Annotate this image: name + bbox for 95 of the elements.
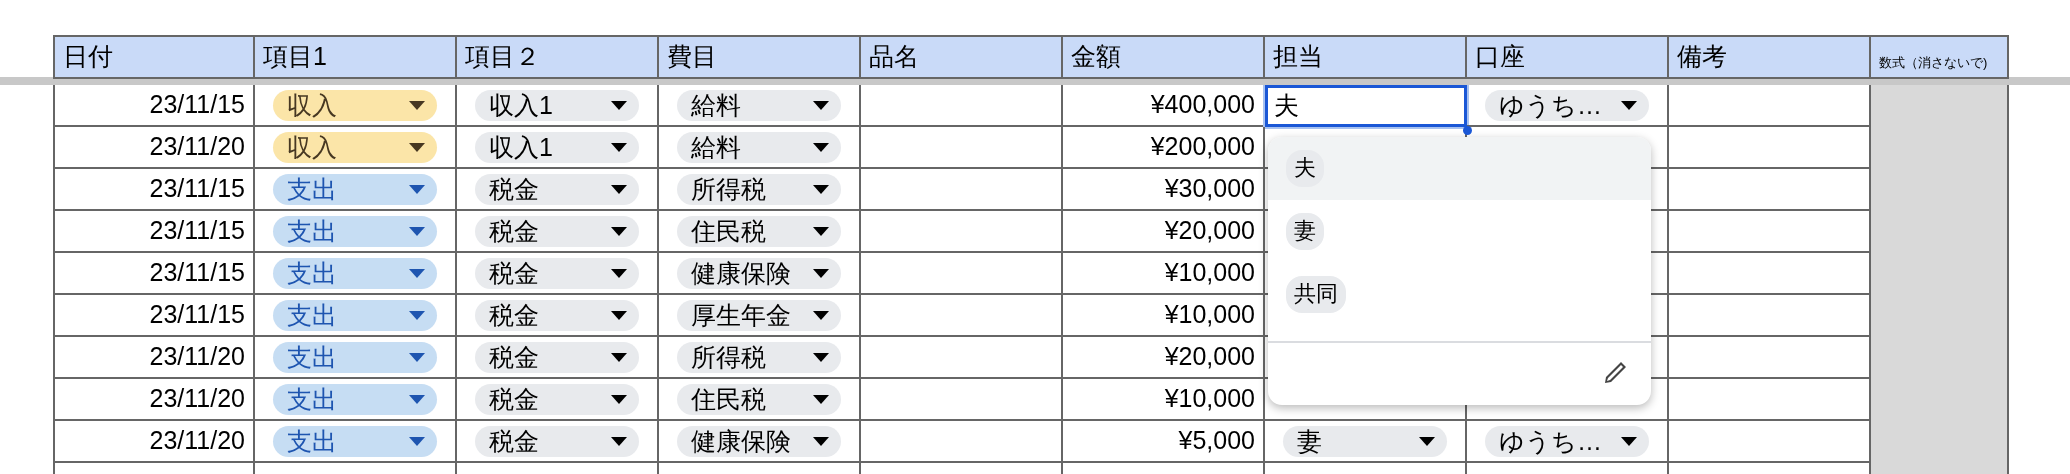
caret-icon [813, 226, 829, 236]
dropdown-chip[interactable]: 所得税 [677, 341, 841, 373]
amount-text: ¥30,000 [1164, 173, 1255, 205]
cell-editor[interactable]: 夫 [1265, 85, 1467, 127]
column-header: 担当 [1273, 41, 1323, 73]
dropdown-chip[interactable]: 税金 [475, 215, 639, 247]
caret-icon [409, 352, 425, 362]
amount-text: ¥5,000 [1178, 425, 1255, 457]
caret-icon [409, 100, 425, 110]
caret-icon [611, 352, 627, 362]
dropdown-chip[interactable]: 収入1 [475, 131, 639, 163]
caret-icon [409, 310, 425, 320]
caret-icon [1419, 436, 1435, 446]
caret-icon [813, 352, 829, 362]
caret-icon [611, 100, 627, 110]
dropdown-chip[interactable]: 支出 [273, 341, 437, 373]
date-text: 23/11/15 [149, 215, 245, 247]
dropdown-chip[interactable]: 住民税 [677, 215, 841, 247]
column-header: 費目 [667, 41, 717, 73]
dropdown-chip[interactable]: 給料 [677, 131, 841, 163]
column-header: 項目1 [263, 41, 327, 73]
caret-icon [1621, 436, 1637, 446]
caret-icon [813, 394, 829, 404]
menu-option[interactable]: 共同 [1268, 263, 1651, 326]
column-header: 口座 [1475, 41, 1525, 73]
caret-icon [409, 142, 425, 152]
caret-icon [813, 142, 829, 152]
date-text: 23/11/20 [149, 425, 245, 457]
column-header: 金額 [1071, 41, 1121, 73]
column-header: 数式（消さないで) [1879, 54, 1988, 73]
caret-icon [611, 436, 627, 446]
column-header: 品名 [869, 41, 919, 73]
dropdown-chip[interactable]: 収入1 [475, 89, 639, 121]
caret-icon [409, 226, 425, 236]
amount-text: ¥20,000 [1164, 215, 1255, 247]
caret-icon [611, 310, 627, 320]
amount-text: ¥10,000 [1164, 299, 1255, 331]
dropdown-chip[interactable]: 支出 [273, 257, 437, 289]
caret-icon [813, 184, 829, 194]
edit-button[interactable] [1603, 359, 1629, 385]
dropdown-chip[interactable]: 支出 [273, 383, 437, 415]
fill-handle[interactable] [1463, 126, 1472, 135]
date-text: 23/11/20 [149, 383, 245, 415]
caret-icon [813, 436, 829, 446]
dropdown-chip[interactable]: ゆうち… [1485, 89, 1649, 121]
date-text: 23/11/15 [149, 89, 245, 121]
date-text: 23/11/20 [149, 341, 245, 373]
dropdown-chip[interactable]: 税金 [475, 341, 639, 373]
caret-icon [611, 268, 627, 278]
amount-text: ¥10,000 [1164, 383, 1255, 415]
date-text: 23/11/15 [149, 299, 245, 331]
caret-icon [409, 268, 425, 278]
column-header: 日付 [63, 41, 113, 73]
date-text: 23/11/20 [149, 131, 245, 163]
caret-icon [611, 226, 627, 236]
column-header: 項目２ [465, 41, 540, 73]
dropdown-chip[interactable]: 健康保険 [677, 257, 841, 289]
dropdown-chip[interactable]: 妻 [1283, 425, 1447, 457]
dropdown-chip[interactable]: 税金 [475, 257, 639, 289]
caret-icon [409, 436, 425, 446]
amount-text: ¥20,000 [1164, 341, 1255, 373]
dropdown-chip[interactable]: 住民税 [677, 383, 841, 415]
dropdown-chip[interactable]: 給料 [677, 89, 841, 121]
menu-option[interactable]: 夫 [1268, 137, 1651, 200]
caret-icon [611, 142, 627, 152]
column-header: 備考 [1677, 41, 1727, 73]
dropdown-chip[interactable]: 支出 [273, 299, 437, 331]
dropdown-chip[interactable]: 税金 [475, 425, 639, 457]
pencil-icon [1603, 359, 1629, 385]
date-text: 23/11/15 [149, 257, 245, 289]
dropdown-chip[interactable]: 税金 [475, 383, 639, 415]
dropdown-chip[interactable]: 支出 [273, 173, 437, 205]
dropdown-chip[interactable]: 税金 [475, 173, 639, 205]
caret-icon [409, 184, 425, 194]
caret-icon [813, 310, 829, 320]
menu-option[interactable]: 妻 [1268, 200, 1651, 263]
dropdown-chip[interactable]: 所得税 [677, 173, 841, 205]
amount-text: ¥200,000 [1150, 131, 1255, 163]
dropdown-chip[interactable]: 支出 [273, 425, 437, 457]
dropdown-chip[interactable]: ゆうち… [1485, 425, 1649, 457]
dropdown-chip[interactable]: 健康保険 [677, 425, 841, 457]
caret-icon [611, 184, 627, 194]
caret-icon [1621, 100, 1637, 110]
amount-text: ¥10,000 [1164, 257, 1255, 289]
dropdown-chip[interactable]: 厚生年金 [677, 299, 841, 331]
dropdown-chip[interactable]: 支出 [273, 215, 437, 247]
caret-icon [611, 394, 627, 404]
caret-icon [409, 394, 425, 404]
date-text: 23/11/15 [149, 173, 245, 205]
dropdown-chip[interactable]: 税金 [475, 299, 639, 331]
caret-icon [813, 100, 829, 110]
dropdown-chip[interactable]: 収入 [273, 89, 437, 121]
amount-text: ¥400,000 [1150, 89, 1255, 121]
caret-icon [813, 268, 829, 278]
dropdown-chip[interactable]: 収入 [273, 131, 437, 163]
